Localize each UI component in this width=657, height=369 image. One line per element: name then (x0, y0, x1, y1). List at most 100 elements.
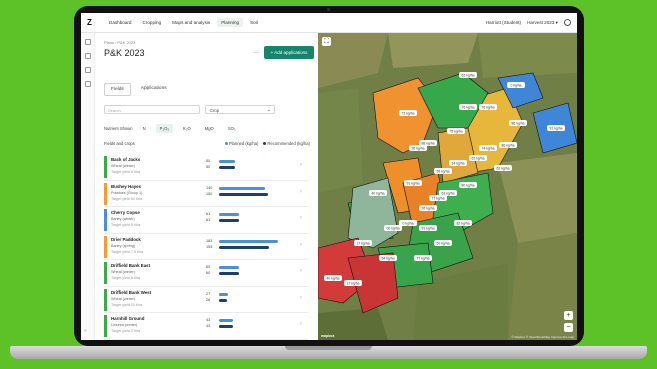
map-canvas[interactable]: 62 kg/ha 0 kg/ha 91 kg/ha 72 kg/ha 76 kg/ha 7… (318, 33, 577, 340)
nutrient-option[interactable]: K₂O (179, 124, 195, 133)
nav-item-dashboard[interactable]: Dashboard (105, 18, 135, 27)
map-icon[interactable] (84, 53, 91, 59)
crop-color-stripe (104, 156, 107, 178)
crop-name: Wheat (winter) (111, 296, 135, 301)
legend-recommended: Recommended (kg/ha) (263, 141, 310, 146)
crop-color-stripe (104, 235, 107, 258)
nav-item-cropping[interactable]: Cropping (138, 18, 165, 27)
chevron-right-icon[interactable]: › (300, 268, 302, 274)
map-label: 55 kg/ha (436, 169, 449, 173)
nutrient-label: Nutrient Shown (104, 126, 133, 131)
field-row[interactable]: Back of Jacks Wheat (winter) Target yield … (104, 154, 308, 181)
map-label: 40 kg/ha (326, 276, 339, 280)
tab-applications[interactable]: Applications (135, 83, 173, 96)
mapbox-logo: mapbox (321, 334, 335, 338)
breadcrumb[interactable]: Plans / P&K 2023 (104, 40, 135, 45)
panel-tabs: Fields Applications (104, 83, 173, 96)
planned-bar (219, 319, 233, 322)
crop-select[interactable]: Crop ⌄ (205, 105, 275, 114)
crop-select-label: Crop (210, 108, 220, 113)
app-window: Z Dashboard Cropping Maps and analysis Plan… (81, 13, 577, 340)
zoom-in-button[interactable]: + (564, 311, 573, 320)
tab-fields[interactable]: Fields (104, 83, 131, 96)
planned-bar (219, 186, 265, 190)
field-row[interactable]: Driffield Bank West Wheat (winter) Target … (104, 287, 308, 313)
field-row[interactable]: Long Ground136› (104, 340, 308, 341)
field-row[interactable]: Driffield Bank East Wheat (winter) Target … (104, 260, 308, 287)
nutrient-option[interactable]: N (139, 124, 150, 133)
field-list: Back of Jacks Wheat (winter) Target yield … (104, 154, 308, 340)
list-header-label: Fields and crops (104, 141, 135, 146)
map-label: 62 kg/ha (461, 73, 474, 77)
recommended-value: 43 (206, 324, 211, 328)
list-header: Fields and crops Planned (kg/ha) Recomme… (104, 141, 316, 146)
legend: Planned (kg/ha) Recommended (kg/ha) (224, 141, 316, 146)
nav-item-maps-and-analysis[interactable]: Maps and analysis (168, 18, 214, 27)
recommended-bar (219, 219, 239, 222)
chevron-right-icon[interactable]: › (300, 321, 302, 327)
map-label: 62 kg/ha (496, 166, 509, 170)
target-yield: Target yield 7.5 t/ha (111, 249, 144, 254)
map-label: 74 kg/ha (481, 146, 494, 150)
planned-value: 140 (206, 185, 213, 190)
crop-color-stripe (104, 262, 107, 284)
user-menu[interactable]: Harriott (Student) (486, 20, 521, 25)
chevron-right-icon[interactable]: › (300, 215, 302, 221)
map-label: 26 kg/ha (411, 146, 424, 150)
zoom-out-button[interactable]: − (564, 323, 573, 332)
fields-icon[interactable] (84, 39, 91, 45)
app-logo[interactable]: Z (87, 18, 101, 27)
field-row[interactable]: Cherry Copse Barley (winter) Target yield … (104, 207, 308, 234)
recommended-bar (219, 325, 233, 328)
camera-icon (327, 8, 330, 11)
recommended-bar (219, 192, 268, 196)
nutrient-option[interactable]: P₂O₅ (155, 124, 174, 133)
crop-color-stripe (104, 288, 107, 311)
more-options-button[interactable]: ··· (253, 50, 259, 56)
map-label: 0 kg/ha (402, 221, 413, 225)
recommended-value: 26 (206, 297, 211, 302)
farmland-patch (318, 88, 363, 193)
map-label: 63 kg/ha (441, 191, 454, 195)
chevron-right-icon[interactable]: › (300, 162, 302, 168)
field-row[interactable]: Harnhill Ground Linseed (winter) Target yi… (104, 313, 308, 340)
planned-bar (219, 292, 228, 296)
planned-value: 27 (206, 291, 211, 296)
chevron-right-icon[interactable]: › (300, 295, 302, 301)
planned-value: 183 (206, 238, 213, 243)
add-applications-button[interactable]: + Add applications (264, 46, 314, 59)
person-icon[interactable] (84, 81, 91, 87)
chevron-right-icon[interactable]: › (300, 242, 302, 248)
search-input[interactable]: Search (104, 105, 200, 114)
planned-value: 43 (206, 318, 211, 322)
recommended-bar (219, 298, 228, 302)
field-map[interactable]: 62 kg/ha 0 kg/ha 91 kg/ha 72 kg/ha 76 kg/ha 7… (318, 33, 577, 340)
collapse-icon[interactable]: « (84, 328, 87, 334)
nav-item-soil[interactable]: Soil (246, 18, 262, 27)
plan-panel: Plans / P&K 2023 P&K 2023 ··· + Add appl… (95, 33, 317, 340)
target-yield: Target yield 2 t/ha (111, 329, 141, 333)
harvest-select[interactable]: Harvest 2023 ▾ (527, 20, 558, 26)
map-label: 50 kg/ha (436, 241, 449, 245)
planned-value: 60 (206, 265, 211, 269)
help-icon[interactable] (564, 19, 571, 26)
fullscreen-icon[interactable]: ⛶ (322, 37, 331, 46)
field-row[interactable]: Drier Paddock Barley (spring) Target yield… (104, 234, 308, 260)
nutrient-option[interactable]: SO₃ (224, 124, 240, 133)
crop-name: Wheat (winter) (111, 164, 135, 168)
target-yield: Target yield 8 t/ha (111, 170, 141, 174)
nutrient-option[interactable]: MgO (201, 124, 218, 133)
field-row[interactable]: Bushey Hayes Potatoes (Group 1) Target yie… (104, 181, 308, 207)
map-label: 62 kg/ha (471, 156, 484, 160)
layers-icon[interactable] (84, 67, 91, 73)
field-name: Cherry Copse (111, 210, 140, 215)
map-label: 91 kg/ha (421, 226, 434, 230)
chevron-right-icon[interactable]: › (300, 189, 302, 195)
nutrient-selector: Nutrient Shown N P₂O₅ K₂O MgO SO₃ (104, 124, 240, 133)
recommended-bar (219, 272, 239, 275)
map-attribution[interactable]: © Mapbox © OpenStreetMap Improve this ma… (511, 335, 574, 339)
map-label: 77 kg/ha (416, 256, 429, 260)
map-label: 75 kg/ha (449, 129, 462, 133)
planned-bar (219, 160, 236, 163)
nav-item-planning[interactable]: Planning (217, 18, 244, 27)
